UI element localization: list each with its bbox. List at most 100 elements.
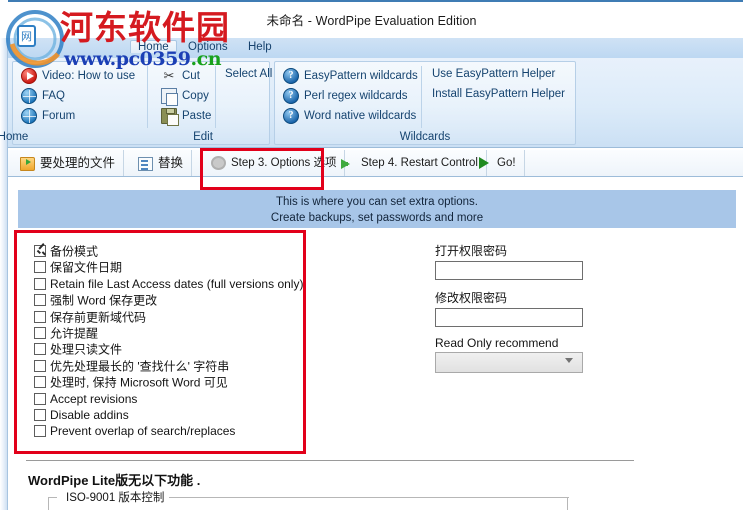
ribbon-item-use-easypattern-helper[interactable]: Use EasyPattern Helper (432, 68, 555, 80)
step-tab-label: Step 4. Restart Control (361, 157, 478, 169)
option-label: 强制 Word 保存更改 (50, 293, 158, 308)
options-page: This is where you can set extra options.… (8, 177, 743, 510)
read-only-recommend-select[interactable] (435, 352, 583, 373)
ribbon-bar: Video: How to use FAQ Forum ✂ Cut Copy Pa… (0, 58, 743, 148)
option-update-fields-before-save[interactable]: 保存前更新域代码 (34, 308, 304, 324)
document-replace-icon (138, 156, 153, 171)
option-backup-mode[interactable]: 备份模式 (34, 242, 304, 258)
option-label: 允许提醒 (50, 326, 99, 341)
ribbon-item-label: Perl regex wildcards (304, 90, 408, 102)
window-title: 未命名 - WordPipe Evaluation Edition (266, 14, 477, 28)
wordpipe-window: 未命名 - WordPipe Evaluation Edition 网 河东软件… (0, 0, 743, 510)
ribbon-item-forum[interactable]: Forum (21, 108, 75, 124)
groupbox-legend: ISO-9001 版本控制 (63, 489, 168, 505)
ribbon-group-title-home: Home (0, 131, 29, 143)
checkbox[interactable] (34, 261, 46, 274)
ribbon-item-select-all[interactable]: Select All (225, 68, 272, 80)
password-fields-panel: 打开权限密码 修改权限密码 Read Only recommend (435, 242, 695, 373)
option-label: 处理只读文件 (50, 342, 123, 357)
option-force-word-save[interactable]: 强制 Word 保存更改 (34, 291, 304, 307)
ribbon-group-home: Video: How to use FAQ Forum ✂ Cut Copy Pa… (0, 61, 272, 145)
groupbox-top-rule (169, 497, 569, 498)
checkbox[interactable] (34, 343, 46, 356)
modify-password-input[interactable] (435, 308, 583, 327)
ribbon-item-perl-regex-wildcards[interactable]: ? Perl regex wildcards (283, 88, 408, 104)
ribbon-item-label: Install EasyPattern Helper (432, 88, 565, 100)
iso-9001-groupbox: ISO-9001 版本控制 (48, 489, 569, 510)
ribbon-item-label: Cut (182, 70, 200, 82)
paste-icon (161, 108, 179, 126)
step-tab-label: Step 3. Options 选项 (231, 157, 337, 169)
ribbon-item-easypattern-wildcards[interactable]: ? EasyPattern wildcards (283, 68, 418, 84)
ribbon-item-label: Select All (225, 68, 273, 80)
gear-icon (211, 155, 226, 170)
ribbon-group-separator (421, 66, 422, 128)
checkbox[interactable] (34, 392, 46, 405)
checkbox[interactable] (34, 326, 46, 339)
folder-open-icon (20, 156, 35, 171)
help-blue-icon: ? (283, 88, 299, 104)
ribbon-item-paste[interactable]: Paste (161, 108, 211, 126)
ribbon-item-install-easypattern-helper[interactable]: Install EasyPattern Helper (432, 88, 565, 100)
ribbon-group-title-edit: Edit (193, 131, 213, 143)
step-tab-label: 替换 (158, 156, 184, 170)
option-prevent-overlap[interactable]: Prevent overlap of search/replaces (34, 422, 304, 438)
option-label: 备份模式 (50, 244, 99, 259)
ribbon-item-label: EasyPattern wildcards (304, 70, 418, 82)
title-bar: 未命名 - WordPipe Evaluation Edition (0, 0, 743, 38)
options-checkbox-list: 备份模式 保留文件日期 Retain file Last Access date… (34, 242, 304, 439)
checkbox[interactable] (34, 359, 46, 372)
scissors-icon: ✂ (163, 68, 175, 83)
chevron-down-icon (565, 358, 574, 364)
step-tab-options[interactable]: Step 3. Options 选项 (203, 150, 346, 176)
option-process-readonly-files[interactable]: 处理只读文件 (34, 340, 304, 357)
option-longest-search-string-first[interactable]: 优先处理最长的 '查找什么' 字符串 (34, 357, 304, 373)
ribbon-item-label: Forum (42, 110, 76, 122)
ribbon-item-label: Copy (182, 90, 209, 102)
checkbox[interactable] (34, 425, 46, 438)
option-retain-last-access-dates[interactable]: Retain file Last Access dates (full vers… (34, 275, 304, 291)
option-allow-prompts[interactable]: 允许提醒 (34, 324, 304, 340)
checkbox[interactable] (34, 245, 46, 257)
section-divider (26, 460, 634, 461)
ribbon-group-title-wildcards: Wildcards (399, 131, 451, 143)
option-accept-revisions[interactable]: Accept revisions (34, 390, 304, 406)
menu-tab-home[interactable]: Home (130, 40, 177, 53)
field-spacer (435, 327, 695, 336)
info-banner-line-1: This is where you can set extra options. (276, 196, 478, 208)
open-password-input[interactable] (435, 261, 583, 280)
ribbon-item-word-native-wildcards[interactable]: ? Word native wildcards (283, 108, 416, 124)
field-spacer (435, 280, 695, 289)
option-label: 保留文件日期 (50, 260, 123, 275)
checkbox[interactable] (34, 376, 46, 389)
play-red-icon (21, 68, 37, 84)
menu-tab-help[interactable]: Help (240, 40, 280, 54)
checkbox[interactable] (34, 408, 46, 421)
option-keep-word-visible[interactable]: 处理时, 保持 Microsoft Word 可见 (34, 373, 304, 389)
step-tab-files-to-process[interactable]: 要处理的文件 (12, 150, 125, 176)
option-label: Accept revisions (50, 391, 138, 406)
window-left-border (0, 0, 8, 510)
step-tab-restart-control[interactable]: Step 4. Restart Control (333, 150, 487, 176)
ribbon-group-separator (215, 66, 216, 128)
title-bar-accent-rule (8, 0, 743, 2)
checkbox[interactable] (34, 277, 46, 290)
globe-icon (21, 88, 37, 104)
checkbox[interactable] (34, 294, 46, 307)
ribbon-item-video-how-to-use[interactable]: Video: How to use (21, 68, 135, 84)
checkbox[interactable] (34, 310, 46, 323)
option-label: Prevent overlap of search/replaces (50, 424, 236, 439)
option-retain-file-date[interactable]: 保留文件日期 (34, 258, 304, 275)
option-label: 处理时, 保持 Microsoft Word 可见 (50, 375, 228, 390)
step-tab-bar: 要处理的文件 替换 Step 3. Options 选项 Step 4. Res… (8, 150, 743, 177)
globe-icon (21, 108, 37, 124)
ribbon-item-copy[interactable]: Copy (161, 88, 209, 106)
step-tab-go[interactable]: Go! (469, 150, 525, 176)
ribbon-item-faq[interactable]: FAQ (21, 88, 65, 104)
menu-tab-options[interactable]: Options (180, 40, 236, 54)
modify-password-label: 修改权限密码 (435, 291, 508, 305)
option-disable-addins[interactable]: Disable addins (34, 406, 304, 422)
ribbon-item-cut[interactable]: ✂ Cut (161, 68, 200, 84)
lite-version-notice: WordPipe Lite版无以下功能 . (28, 473, 201, 488)
step-tab-replace[interactable]: 替换 (130, 150, 193, 176)
